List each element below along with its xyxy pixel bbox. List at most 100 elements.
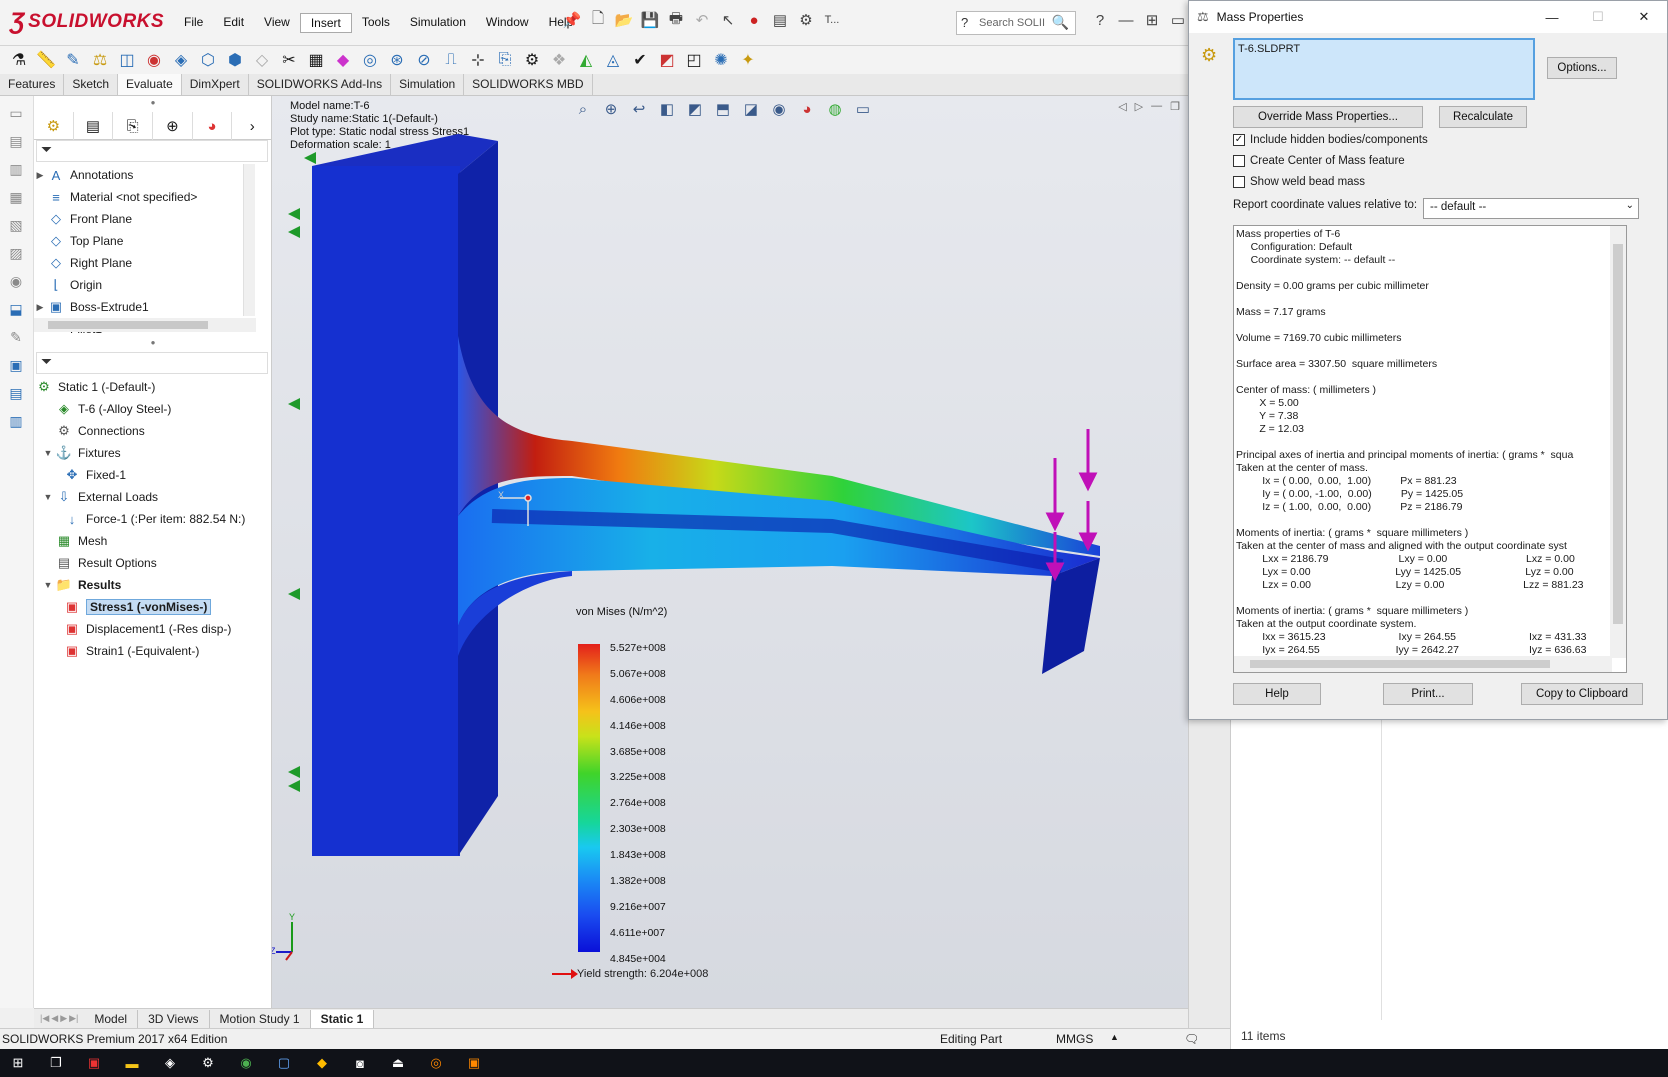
feature-tree-item[interactable]: ◇ Top Plane bbox=[34, 230, 256, 252]
tabs-next-icon[interactable]: › bbox=[232, 112, 272, 140]
sim-tree-item[interactable]: ▣ Strain1 (-Equivalent-) bbox=[34, 640, 256, 662]
tab-solidworks-mbd[interactable]: SOLIDWORKS MBD bbox=[464, 74, 593, 95]
markup-icon[interactable]: ✎ bbox=[62, 49, 84, 71]
menu-file[interactable]: File bbox=[174, 13, 213, 33]
dfm-icon[interactable]: ◩ bbox=[656, 49, 678, 71]
app3-taskbar-icon[interactable]: ◆ bbox=[312, 1053, 332, 1073]
stress-plot-model[interactable]: X bbox=[272, 96, 1188, 1008]
feature-tree-item[interactable]: ◇ Right Plane bbox=[34, 252, 256, 274]
menu-insert[interactable]: Insert bbox=[299, 13, 352, 33]
blender-taskbar-icon[interactable]: ◎ bbox=[426, 1053, 446, 1073]
prev-tab-icon[interactable]: ◀ bbox=[51, 1013, 58, 1024]
interference-icon[interactable]: ⬢ bbox=[224, 49, 246, 71]
config-manager-icon[interactable]: ▥ bbox=[5, 158, 27, 180]
file-explorer-taskbar-icon[interactable]: ▬ bbox=[122, 1053, 142, 1073]
layers-icon[interactable]: ▨ bbox=[5, 242, 27, 264]
copy-to-clipboard-button[interactable]: Copy to Clipboard bbox=[1521, 683, 1643, 705]
flow-xpress-icon[interactable]: ◬ bbox=[602, 49, 624, 71]
override-mass-properties-button[interactable]: Override Mass Properties... bbox=[1233, 106, 1423, 128]
measure-icon[interactable]: 📏 bbox=[35, 49, 57, 71]
app2-taskbar-icon[interactable]: ▢ bbox=[274, 1053, 294, 1073]
deviation-icon[interactable]: ⊘ bbox=[413, 49, 435, 71]
selected-item[interactable]: T-6.SLDPRT bbox=[1238, 43, 1300, 55]
sim-filter[interactable]: ⏷ bbox=[36, 352, 268, 374]
section-properties-icon[interactable]: ◫ bbox=[116, 49, 138, 71]
search-icon[interactable]: 🔍 bbox=[1052, 14, 1069, 31]
tab-sketch[interactable]: Sketch bbox=[64, 74, 119, 95]
app4-taskbar-icon[interactable]: ◙ bbox=[350, 1053, 370, 1073]
display-tab-icon[interactable]: ◕ bbox=[193, 112, 233, 140]
menu-tools[interactable]: Tools bbox=[352, 13, 400, 33]
reference-triad[interactable]: Y Z bbox=[272, 912, 332, 972]
sim-tree-item[interactable]: ▼ ⇩ External Loads bbox=[34, 486, 256, 508]
design-study-icon[interactable]: ⚗ bbox=[8, 49, 30, 71]
solidworks-taskbar-icon[interactable]: ▣ bbox=[84, 1053, 104, 1073]
help-button[interactable]: Help bbox=[1233, 683, 1321, 705]
compare-icon[interactable]: ⎍ bbox=[440, 49, 462, 71]
checkbox-unchecked-icon[interactable] bbox=[1233, 155, 1245, 167]
first-tab-icon[interactable]: |◀ bbox=[40, 1013, 49, 1024]
tab-simulation[interactable]: Simulation bbox=[391, 74, 465, 95]
undercut-icon[interactable]: ✂ bbox=[278, 49, 300, 71]
simulation-xpress-icon[interactable]: ◭ bbox=[575, 49, 597, 71]
feature-tree-item[interactable]: ◇ Front Plane bbox=[34, 208, 256, 230]
bottom-tab-motion-study-1[interactable]: Motion Study 1 bbox=[210, 1009, 311, 1028]
open-icon[interactable]: 📂 bbox=[614, 10, 634, 30]
feature-manager-icon[interactable]: ▭ bbox=[5, 102, 27, 124]
results-vscrollbar[interactable] bbox=[1610, 226, 1626, 658]
panel-splitter-middle[interactable]: ● bbox=[34, 338, 272, 348]
tile-icon[interactable]: ⊞ bbox=[1142, 10, 1162, 30]
print-icon[interactable]: 🖶 bbox=[666, 10, 686, 30]
expand-arrow-icon[interactable]: ▼ bbox=[42, 580, 54, 590]
tab-solidworks-add-ins[interactable]: SOLIDWORKS Add-Ins bbox=[249, 74, 392, 95]
sim-tree-item[interactable]: ▣ Displacement1 (-Res disp-) bbox=[34, 618, 256, 640]
curvature-icon[interactable]: ◆ bbox=[332, 49, 354, 71]
expand-arrow-icon[interactable]: ▼ bbox=[42, 448, 54, 458]
help-icon[interactable]: ? bbox=[1090, 10, 1110, 30]
file-properties-icon[interactable]: ▤ bbox=[770, 10, 790, 30]
units-up-icon[interactable]: ▲ bbox=[1110, 1032, 1119, 1042]
expand-arrow-icon[interactable]: ▶ bbox=[34, 302, 46, 313]
task-view-icon[interactable]: ❐ bbox=[46, 1053, 66, 1073]
sensor-icon[interactable]: ◉ bbox=[143, 49, 165, 71]
next-tab-icon[interactable]: ▶ bbox=[60, 1013, 67, 1024]
sim-tree-item[interactable]: ▼ ⚓ Fixtures bbox=[34, 442, 256, 464]
feature-filter[interactable]: ⏷ bbox=[36, 140, 268, 162]
feature-tree-item[interactable]: ▶ ▣ Boss-Extrude1 bbox=[34, 296, 256, 318]
sim-tree-item[interactable]: ↓ Force-1 (:Per item: 882.54 N:) bbox=[34, 508, 256, 530]
property-tab-icon[interactable]: ▤ bbox=[74, 112, 114, 140]
feature-tree-hscrollbar[interactable] bbox=[34, 318, 256, 332]
property-manager-icon[interactable]: ▤ bbox=[5, 130, 27, 152]
sim-tree-item[interactable]: ▣ Stress1 (-vonMises-) bbox=[34, 596, 256, 618]
status-rebuild-icon[interactable]: 🗨 bbox=[1184, 1032, 1199, 1046]
checkbox-checked-icon[interactable]: ✓ bbox=[1233, 134, 1245, 146]
overflow-label[interactable]: T... bbox=[822, 10, 842, 30]
bottom-tab-static-1[interactable]: Static 1 bbox=[310, 1009, 375, 1028]
windows-start-icon[interactable]: ⊞ bbox=[8, 1053, 28, 1073]
chrome-taskbar-icon[interactable]: ◉ bbox=[236, 1053, 256, 1073]
option-checkbox[interactable]: Show weld bead mass bbox=[1233, 176, 1365, 188]
check-active-icon[interactable]: ✔ bbox=[629, 49, 651, 71]
search-box[interactable]: ? Search SOLII 🔍 bbox=[956, 11, 1076, 35]
results-hscrollbar[interactable] bbox=[1234, 656, 1612, 672]
appearances-icon[interactable]: ◉ bbox=[5, 270, 27, 292]
menu-window[interactable]: Window bbox=[476, 13, 539, 33]
dialog-minimize-button[interactable]: — bbox=[1529, 1, 1575, 33]
expand-arrow-icon[interactable]: ▶ bbox=[34, 170, 46, 181]
smart-mates-icon[interactable]: ⬓ bbox=[5, 298, 27, 320]
app-logo[interactable]: Ʒ SOLIDWORKS bbox=[10, 6, 164, 38]
study-results-icon[interactable]: ▥ bbox=[5, 410, 27, 432]
sim-tree-item[interactable]: ⚙ Connections bbox=[34, 420, 256, 442]
draft-analysis-icon[interactable]: ◇ bbox=[251, 49, 273, 71]
view-palette-icon[interactable]: ▣ bbox=[5, 354, 27, 376]
sim-tree-item[interactable]: ▤ Result Options bbox=[34, 552, 256, 574]
dialog-close-button[interactable]: ✕ bbox=[1621, 1, 1667, 33]
custom-properties-icon[interactable]: ▤ bbox=[5, 382, 27, 404]
recalculate-button[interactable]: Recalculate bbox=[1439, 106, 1527, 128]
expand-arrow-icon[interactable]: ▼ bbox=[42, 492, 54, 502]
dimxpert-tab-icon[interactable]: ⊕ bbox=[153, 112, 193, 140]
selected-items-box[interactable]: T-6.SLDPRT bbox=[1233, 38, 1535, 100]
mass-properties-results[interactable]: Mass properties of T-6 Configuration: De… bbox=[1233, 225, 1627, 673]
status-units[interactable]: MMGS bbox=[1056, 1032, 1093, 1046]
menu-simulation[interactable]: Simulation bbox=[400, 13, 476, 33]
